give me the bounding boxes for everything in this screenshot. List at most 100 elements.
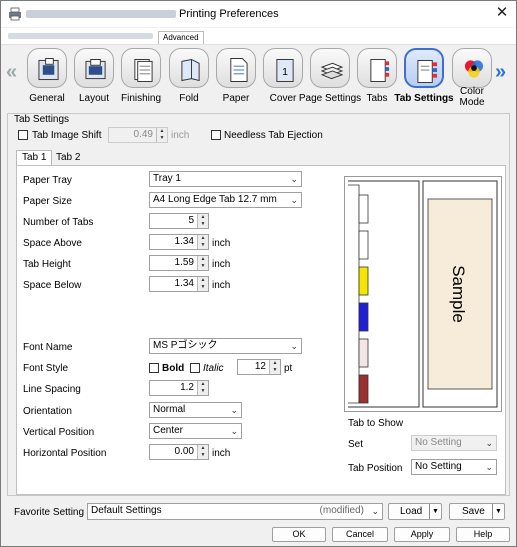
tab-icon-frame <box>310 48 350 88</box>
save-dropdown-icon[interactable]: ▼ <box>492 504 504 519</box>
vertical-position-select[interactable]: Center ⌄ <box>149 423 242 439</box>
general-icon <box>38 58 59 81</box>
bold-label: Bold <box>162 363 185 374</box>
horizontal-position-unit: inch <box>212 448 231 459</box>
tab-image-shift-label: Tab Image Shift <box>32 130 102 141</box>
printer-icon <box>9 7 21 21</box>
font-size-unit: pt <box>284 363 293 374</box>
tab-to-show-label: Tab to Show <box>348 418 404 429</box>
cancel-button[interactable]: Cancel <box>332 527 388 542</box>
tab-tab-settings[interactable]: Tab Settings <box>394 48 454 104</box>
paper-size-label: Paper Size <box>23 196 72 207</box>
tab-tabs[interactable]: Tabs <box>355 48 399 104</box>
tab-general[interactable]: General <box>25 48 69 104</box>
fold-icon <box>181 58 200 82</box>
tab-settings-panel: Tab Settings Tab Image Shift 0.49 ▲ ▼ inch… <box>7 113 510 496</box>
tab-position-label: Tab Position <box>348 463 403 474</box>
needless-tab-ejection-checkbox[interactable] <box>211 130 221 142</box>
tab-icon-frame <box>169 48 209 88</box>
number-of-tabs-label: Number of Tabs <box>23 217 94 228</box>
tab-icon-frame <box>357 48 397 88</box>
help-button[interactable]: Help <box>456 527 510 542</box>
set-select[interactable]: No Setting ⌄ <box>411 435 497 451</box>
tab-icon-frame <box>27 48 67 88</box>
sub-bar: Advanced <box>1 28 516 45</box>
tab-position-select[interactable]: No Setting ⌄ <box>411 459 497 475</box>
advanced-tab[interactable]: Advanced <box>158 31 204 44</box>
font-size-stepper[interactable]: 12 ▲ ▼ <box>237 359 281 375</box>
tab-image-shift-unit: inch <box>171 130 190 141</box>
tab-cover[interactable]: 1 Cover <box>261 48 305 104</box>
printer-name-redacted <box>26 10 176 18</box>
scroll-right-icon[interactable]: » <box>495 61 506 84</box>
paper-icon <box>230 58 248 82</box>
modified-indicator: (modified) <box>319 505 364 516</box>
space-below-unit: inch <box>212 280 231 291</box>
set-label: Set <box>348 439 364 450</box>
tab-height-label: Tab Height <box>23 259 71 270</box>
load-dropdown-icon[interactable]: ▼ <box>429 504 441 519</box>
tab-icon-frame: 1 <box>263 48 303 88</box>
tab-label: Color Mode <box>459 86 485 108</box>
tab-fold[interactable]: Fold <box>167 48 211 104</box>
favorite-setting-select[interactable]: Default Settings (modified) ⌄ <box>87 503 383 520</box>
space-above-stepper[interactable]: 1.34 ▲ ▼ <box>149 234 209 250</box>
tab-2[interactable]: Tab 2 <box>51 151 85 166</box>
space-above-label: Space Above <box>23 238 82 249</box>
tab-paper[interactable]: Paper <box>214 48 258 104</box>
tab-finishing[interactable]: Finishing <box>119 48 163 104</box>
tab-color-mode[interactable]: Color Mode <box>450 48 494 108</box>
space-above-unit: inch <box>212 238 231 249</box>
ok-button[interactable]: OK <box>272 527 326 542</box>
tab-image-shift-checkbox[interactable] <box>18 130 28 142</box>
page-settings-icon <box>321 62 343 80</box>
layout-icon <box>85 59 106 80</box>
tab-page-settings[interactable]: Page Settings <box>299 48 361 104</box>
load-button[interactable]: Load ▼ <box>388 503 442 520</box>
bold-checkbox[interactable] <box>149 363 159 375</box>
horizontal-position-label: Horizontal Position <box>23 448 107 459</box>
preview-tab-6 <box>358 374 369 404</box>
tab-layout[interactable]: Layout <box>72 48 116 104</box>
sample-text: Sample <box>449 265 468 323</box>
vertical-position-label: Vertical Position <box>23 427 95 438</box>
font-style-label: Font Style <box>23 363 69 374</box>
printing-preferences-window: Printing Preferences ✕ Advanced « » Gene… <box>0 0 517 547</box>
tab-preview-graphic: Sample <box>348 180 498 408</box>
font-name-label: Font Name <box>23 342 73 353</box>
save-button[interactable]: Save ▼ <box>449 503 505 520</box>
space-below-stepper[interactable]: 1.34 ▲ ▼ <box>149 276 209 292</box>
paper-tray-label: Paper Tray <box>23 175 72 186</box>
tab-settings-icon <box>417 60 438 83</box>
line-spacing-label: Line Spacing <box>23 384 81 395</box>
tab-height-unit: inch <box>212 259 231 270</box>
tab-icon-frame <box>404 48 444 88</box>
line-spacing-stepper[interactable]: 1.2 ▲ ▼ <box>149 380 209 396</box>
horizontal-position-stepper[interactable]: 0.00 ▲ ▼ <box>149 444 209 460</box>
paper-tray-select[interactable]: Tray 1 ⌄ <box>149 171 302 187</box>
italic-checkbox[interactable] <box>190 363 200 375</box>
tab-icon-frame <box>452 48 492 88</box>
paper-size-select[interactable]: A4 Long Edge Tab 12.7 mm ⌄ <box>149 192 302 208</box>
tab-icon-frame <box>216 48 256 88</box>
device-name-redacted <box>8 33 153 39</box>
font-name-select[interactable]: MS Pゴシック ⌄ <box>149 338 302 354</box>
apply-button[interactable]: Apply <box>394 527 450 542</box>
space-below-label: Space Below <box>23 280 82 291</box>
tab-1[interactable]: Tab 1 <box>16 150 53 165</box>
color-mode-icon <box>464 60 484 78</box>
scroll-left-icon[interactable]: « <box>6 61 17 84</box>
needless-tab-ejection-label: Needless Tab Ejection <box>224 130 323 141</box>
tab-height-stepper[interactable]: 1.59 ▲ ▼ <box>149 255 209 271</box>
favorite-setting-label: Favorite Setting <box>14 507 85 518</box>
cover-icon: 1 <box>276 59 294 82</box>
orientation-select[interactable]: Normal ⌄ <box>149 402 242 418</box>
number-of-tabs-stepper[interactable]: 5 ▲ ▼ <box>149 213 209 229</box>
tab-image-shift-stepper[interactable]: 0.49 ▲ ▼ <box>108 127 168 143</box>
preview-tab-2 <box>358 230 369 260</box>
close-button[interactable]: ✕ <box>491 3 513 23</box>
tab-icon-frame <box>74 48 114 88</box>
preview-tab-1 <box>358 194 369 224</box>
title-bar: Printing Preferences ✕ <box>1 1 516 27</box>
tab-icon-frame <box>121 48 161 88</box>
